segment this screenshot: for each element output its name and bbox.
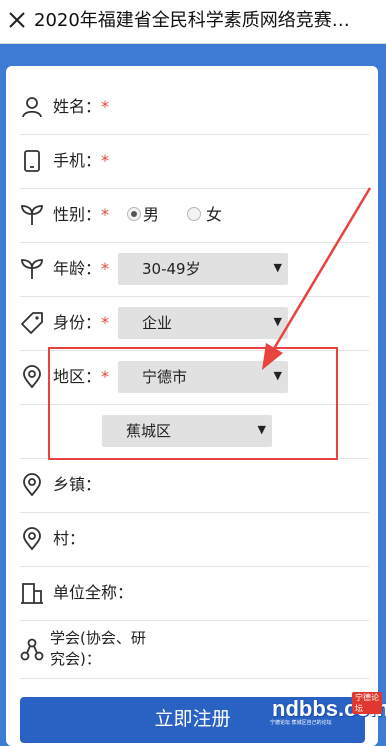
identity-row: 身份：* 企业 ▼ bbox=[20, 296, 369, 351]
gender-female-radio[interactable] bbox=[187, 207, 201, 221]
gender-label: 性别：* bbox=[53, 205, 110, 224]
village-label: 村： bbox=[53, 529, 86, 548]
identity-label: 身份：* bbox=[53, 313, 110, 332]
organization-row[interactable]: 单位全称： bbox=[20, 566, 369, 621]
watermark-logo: ndbbs.com 宁德论坛 宁德论坛 蕉城区自己的论坛 bbox=[262, 690, 386, 728]
identity-select[interactable]: 企业 ▼ bbox=[118, 307, 288, 339]
sprout-icon bbox=[21, 205, 43, 225]
age-select-value: 30-49岁 bbox=[142, 260, 201, 278]
network-icon bbox=[20, 638, 44, 661]
required-mark: * bbox=[101, 97, 110, 116]
organization-label: 单位全称： bbox=[53, 583, 134, 602]
watermark-subtext: 宁德论坛 蕉城区自己的论坛 bbox=[270, 720, 332, 726]
town-label: 乡镇： bbox=[53, 475, 102, 494]
page-title: 2020年福建省全民科学素质网络竞赛… bbox=[34, 10, 350, 31]
age-row: 年龄：* 30-49岁 ▼ bbox=[20, 242, 369, 297]
phone-row[interactable]: 手机：* bbox=[20, 134, 369, 189]
age-select[interactable]: 30-49岁 ▼ bbox=[118, 253, 288, 285]
gender-male-radio[interactable] bbox=[127, 207, 141, 221]
dropdown-arrow-icon: ▼ bbox=[273, 261, 282, 274]
tag-icon bbox=[21, 312, 43, 334]
identity-select-value: 企业 bbox=[142, 314, 173, 332]
location-pin-icon bbox=[23, 473, 41, 497]
highlight-box bbox=[48, 347, 338, 460]
location-pin-icon bbox=[23, 527, 41, 551]
society-label: 学会(协会、研 究会)： bbox=[50, 629, 146, 668]
building-icon bbox=[21, 583, 43, 604]
close-icon[interactable] bbox=[6, 9, 28, 31]
phone-icon bbox=[24, 150, 40, 172]
age-label: 年龄：* bbox=[53, 259, 110, 278]
society-row[interactable]: 学会(协会、研 究会)： bbox=[20, 620, 369, 679]
sprout-icon bbox=[21, 259, 43, 279]
title-bar: 2020年福建省全民科学素质网络竞赛… bbox=[0, 0, 386, 44]
watermark-badge: 宁德论坛 bbox=[352, 692, 382, 714]
person-icon bbox=[22, 97, 42, 118]
gender-row: 性别：* 男 女 bbox=[20, 188, 369, 243]
required-mark: * bbox=[101, 205, 110, 224]
name-row[interactable]: 姓名：* bbox=[20, 80, 369, 135]
phone-label: 手机：* bbox=[53, 151, 110, 170]
village-row[interactable]: 村： bbox=[20, 512, 369, 567]
dropdown-arrow-icon: ▼ bbox=[273, 315, 282, 328]
gender-male-label[interactable]: 男 bbox=[143, 204, 159, 226]
required-mark: * bbox=[101, 313, 110, 332]
required-mark: * bbox=[101, 259, 110, 278]
name-label: 姓名：* bbox=[53, 97, 110, 116]
required-mark: * bbox=[101, 151, 110, 170]
location-pin-icon bbox=[23, 365, 41, 389]
town-row[interactable]: 乡镇： bbox=[20, 458, 369, 513]
gender-female-label[interactable]: 女 bbox=[206, 204, 222, 226]
